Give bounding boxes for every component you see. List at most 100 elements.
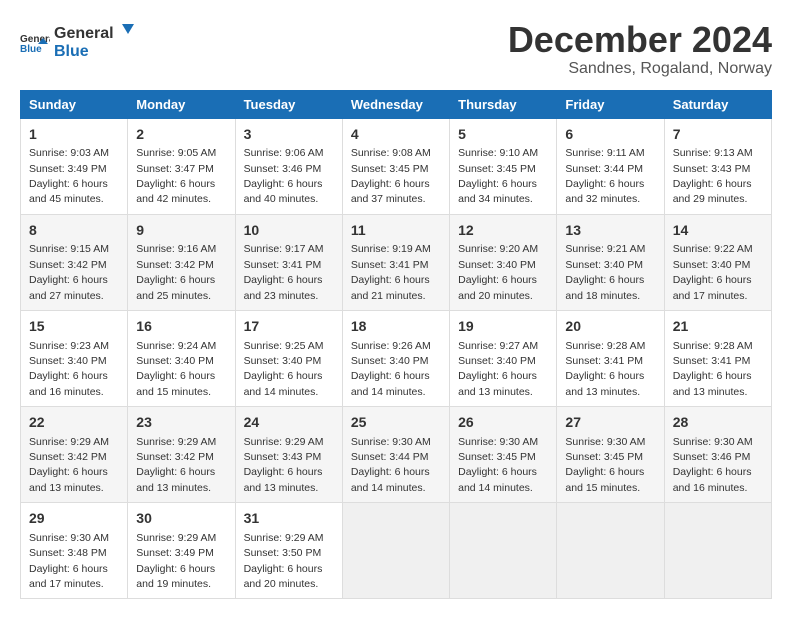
day-cell: 9 Sunrise: 9:16 AM Sunset: 3:42 PM Dayli… [128, 214, 235, 310]
day-number: 25 [351, 413, 441, 433]
sunset-text: Sunset: 3:46 PM [244, 163, 322, 175]
day-number: 6 [565, 125, 655, 145]
week-row-1: 1 Sunrise: 9:03 AM Sunset: 3:49 PM Dayli… [21, 118, 772, 214]
day-cell: 19 Sunrise: 9:27 AM Sunset: 3:40 PM Dayl… [450, 310, 557, 406]
sunset-text: Sunset: 3:42 PM [29, 259, 107, 271]
day-number: 5 [458, 125, 548, 145]
sunrise-text: Sunrise: 9:30 AM [29, 532, 109, 544]
daylight-minutes: and 20 minutes. [458, 290, 533, 302]
daylight-minutes: and 16 minutes. [29, 386, 104, 398]
daylight-text: Daylight: 6 hours [351, 370, 430, 382]
daylight-minutes: and 20 minutes. [244, 578, 319, 590]
daylight-minutes: and 14 minutes. [351, 482, 426, 494]
sunrise-text: Sunrise: 9:26 AM [351, 340, 431, 352]
daylight-text: Daylight: 6 hours [458, 370, 537, 382]
day-number: 28 [673, 413, 763, 433]
day-cell: 10 Sunrise: 9:17 AM Sunset: 3:41 PM Dayl… [235, 214, 342, 310]
svg-text:Blue: Blue [54, 43, 89, 60]
daylight-minutes: and 13 minutes. [29, 482, 104, 494]
calendar-table: SundayMondayTuesdayWednesdayThursdayFrid… [20, 90, 772, 600]
column-header-friday: Friday [557, 90, 664, 118]
day-cell: 1 Sunrise: 9:03 AM Sunset: 3:49 PM Dayli… [21, 118, 128, 214]
day-number: 15 [29, 317, 119, 337]
daylight-minutes: and 29 minutes. [673, 193, 748, 205]
day-cell: 26 Sunrise: 9:30 AM Sunset: 3:45 PM Dayl… [450, 407, 557, 503]
day-number: 3 [244, 125, 334, 145]
daylight-minutes: and 32 minutes. [565, 193, 640, 205]
svg-text:Blue: Blue [20, 44, 42, 54]
day-number: 4 [351, 125, 441, 145]
logo-icon: General Blue [20, 30, 50, 54]
sunset-text: Sunset: 3:50 PM [244, 547, 322, 559]
day-number: 16 [136, 317, 226, 337]
day-number: 18 [351, 317, 441, 337]
daylight-minutes: and 42 minutes. [136, 193, 211, 205]
week-row-5: 29 Sunrise: 9:30 AM Sunset: 3:48 PM Dayl… [21, 503, 772, 599]
day-cell: 20 Sunrise: 9:28 AM Sunset: 3:41 PM Dayl… [557, 310, 664, 406]
day-cell: 28 Sunrise: 9:30 AM Sunset: 3:46 PM Dayl… [664, 407, 771, 503]
sunrise-text: Sunrise: 9:19 AM [351, 243, 431, 255]
svg-text:General: General [54, 25, 114, 42]
sunrise-text: Sunrise: 9:27 AM [458, 340, 538, 352]
sunset-text: Sunset: 3:40 PM [351, 355, 429, 367]
sunrise-text: Sunrise: 9:29 AM [29, 436, 109, 448]
daylight-minutes: and 14 minutes. [458, 482, 533, 494]
daylight-minutes: and 14 minutes. [244, 386, 319, 398]
week-row-2: 8 Sunrise: 9:15 AM Sunset: 3:42 PM Dayli… [21, 214, 772, 310]
day-number: 27 [565, 413, 655, 433]
sunset-text: Sunset: 3:40 PM [565, 259, 643, 271]
sunset-text: Sunset: 3:44 PM [565, 163, 643, 175]
day-cell: 14 Sunrise: 9:22 AM Sunset: 3:40 PM Dayl… [664, 214, 771, 310]
sunset-text: Sunset: 3:49 PM [29, 163, 107, 175]
day-cell: 17 Sunrise: 9:25 AM Sunset: 3:40 PM Dayl… [235, 310, 342, 406]
day-cell: 27 Sunrise: 9:30 AM Sunset: 3:45 PM Dayl… [557, 407, 664, 503]
day-number: 22 [29, 413, 119, 433]
day-number: 14 [673, 221, 763, 241]
daylight-text: Daylight: 6 hours [565, 274, 644, 286]
sunset-text: Sunset: 3:43 PM [244, 451, 322, 463]
day-cell: 18 Sunrise: 9:26 AM Sunset: 3:40 PM Dayl… [342, 310, 449, 406]
sunrise-text: Sunrise: 9:13 AM [673, 147, 753, 159]
daylight-minutes: and 13 minutes. [673, 386, 748, 398]
day-cell: 30 Sunrise: 9:29 AM Sunset: 3:49 PM Dayl… [128, 503, 235, 599]
daylight-minutes: and 17 minutes. [673, 290, 748, 302]
day-number: 24 [244, 413, 334, 433]
sunset-text: Sunset: 3:42 PM [136, 451, 214, 463]
sunrise-text: Sunrise: 9:23 AM [29, 340, 109, 352]
day-number: 29 [29, 509, 119, 529]
daylight-minutes: and 45 minutes. [29, 193, 104, 205]
day-cell: 11 Sunrise: 9:19 AM Sunset: 3:41 PM Dayl… [342, 214, 449, 310]
daylight-text: Daylight: 6 hours [351, 274, 430, 286]
day-number: 17 [244, 317, 334, 337]
daylight-text: Daylight: 6 hours [673, 274, 752, 286]
day-cell: 2 Sunrise: 9:05 AM Sunset: 3:47 PM Dayli… [128, 118, 235, 214]
column-header-wednesday: Wednesday [342, 90, 449, 118]
sunrise-text: Sunrise: 9:30 AM [458, 436, 538, 448]
daylight-text: Daylight: 6 hours [458, 466, 537, 478]
daylight-text: Daylight: 6 hours [29, 274, 108, 286]
sunset-text: Sunset: 3:41 PM [351, 259, 429, 271]
header: General Blue General Blue December 2024 … [20, 20, 772, 78]
week-row-3: 15 Sunrise: 9:23 AM Sunset: 3:40 PM Dayl… [21, 310, 772, 406]
daylight-text: Daylight: 6 hours [565, 370, 644, 382]
column-header-monday: Monday [128, 90, 235, 118]
sunset-text: Sunset: 3:40 PM [136, 355, 214, 367]
day-cell: 24 Sunrise: 9:29 AM Sunset: 3:43 PM Dayl… [235, 407, 342, 503]
day-cell: 7 Sunrise: 9:13 AM Sunset: 3:43 PM Dayli… [664, 118, 771, 214]
week-row-4: 22 Sunrise: 9:29 AM Sunset: 3:42 PM Dayl… [21, 407, 772, 503]
sunset-text: Sunset: 3:40 PM [244, 355, 322, 367]
daylight-text: Daylight: 6 hours [29, 466, 108, 478]
sunset-text: Sunset: 3:40 PM [673, 259, 751, 271]
page-title: December 2024 [508, 20, 772, 60]
sunrise-text: Sunrise: 9:25 AM [244, 340, 324, 352]
sunset-text: Sunset: 3:41 PM [673, 355, 751, 367]
daylight-minutes: and 14 minutes. [351, 386, 426, 398]
day-cell: 29 Sunrise: 9:30 AM Sunset: 3:48 PM Dayl… [21, 503, 128, 599]
daylight-minutes: and 18 minutes. [565, 290, 640, 302]
daylight-text: Daylight: 6 hours [351, 178, 430, 190]
day-cell: 5 Sunrise: 9:10 AM Sunset: 3:45 PM Dayli… [450, 118, 557, 214]
day-cell [664, 503, 771, 599]
sunset-text: Sunset: 3:49 PM [136, 547, 214, 559]
sunrise-text: Sunrise: 9:29 AM [244, 436, 324, 448]
day-number: 30 [136, 509, 226, 529]
